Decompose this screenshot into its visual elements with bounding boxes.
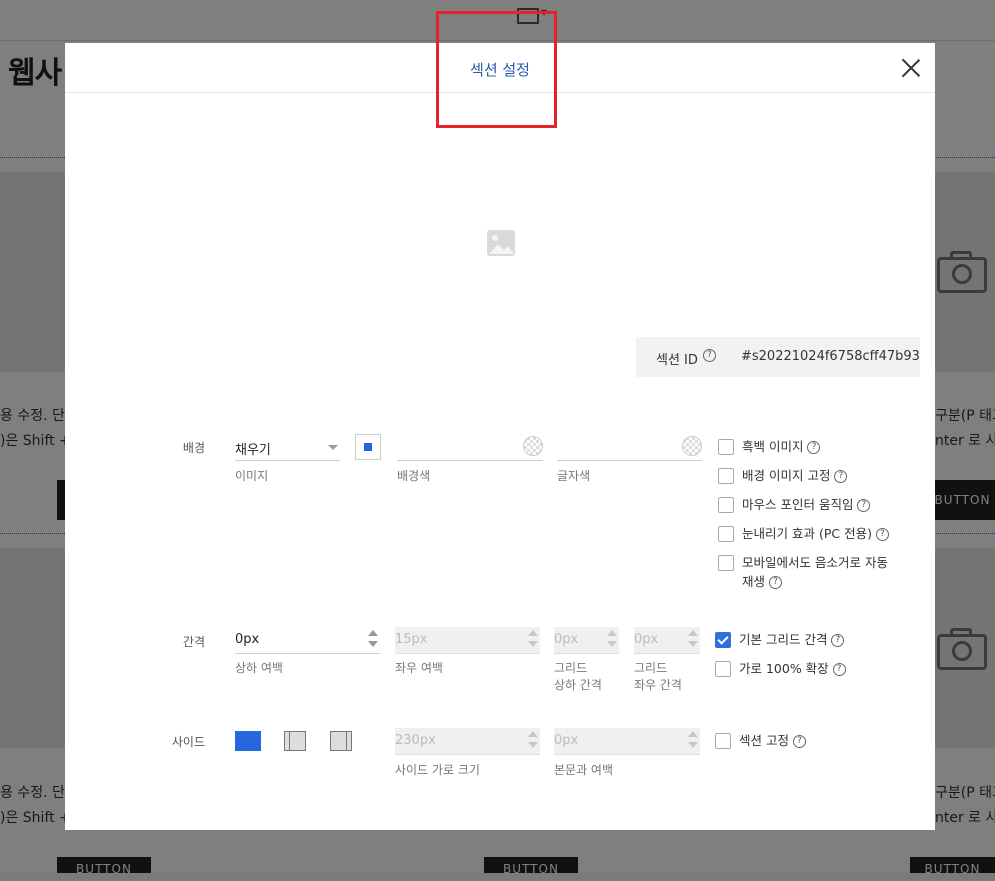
body-margin-value: 0px (554, 733, 579, 748)
fill-select-value: 채우기 (235, 443, 271, 458)
vertical-padding-caption: 상하 여백 (235, 661, 283, 675)
section-id-box: 섹션 ID ? #s20221024f6758cff47b93 (636, 337, 920, 377)
stepper-icon[interactable] (368, 630, 378, 650)
color-picker-icon[interactable] (523, 436, 543, 456)
section-id-value[interactable]: #s20221024f6758cff47b93 (741, 349, 920, 364)
section-id-label: 섹션 ID (656, 353, 698, 368)
horizontal-padding-caption: 좌우 여백 (395, 661, 443, 675)
chevron-down-icon (328, 445, 338, 450)
horizontal-padding-value: 15px (395, 632, 428, 647)
checkbox[interactable] (715, 632, 731, 648)
image-placeholder-icon[interactable] (486, 229, 518, 259)
checkbox[interactable] (718, 555, 734, 571)
stepper-icon[interactable] (607, 630, 617, 650)
side-width-input[interactable]: 230px (395, 728, 540, 755)
fill-select-caption: 이미지 (235, 469, 269, 483)
text-color-field[interactable] (557, 434, 702, 461)
checkbox[interactable] (718, 468, 734, 484)
stepper-icon[interactable] (688, 731, 698, 751)
side-width-value: 230px (395, 733, 436, 748)
help-icon[interactable]: ? (703, 349, 716, 362)
stepper-icon[interactable] (528, 630, 538, 650)
annotation-highlight-box (436, 11, 557, 128)
background-color-field[interactable] (397, 434, 543, 461)
help-icon[interactable]: ? (832, 663, 846, 676)
position-cell-center[interactable] (364, 443, 372, 451)
close-button[interactable] (901, 58, 921, 78)
image-position-picker[interactable] (355, 434, 381, 460)
help-icon[interactable]: ? (769, 576, 782, 589)
section-settings-modal: 섹션 설정 섹션 ID ? #s20221024f6758cff47b93 배경… (65, 43, 935, 830)
body-margin-caption: 본문과 여백 (554, 763, 614, 777)
grid-vertical-gap-input[interactable]: 0px (554, 627, 619, 654)
spacing-row-label: 간격 (182, 635, 205, 649)
option-label: 모바일에서도 음소거로 자동 (742, 555, 888, 570)
checkbox[interactable] (718, 497, 734, 513)
side-row-label: 사이드 (171, 735, 205, 749)
checkbox[interactable] (715, 733, 731, 749)
option-label: 마우스 포인터 움직임 (742, 497, 854, 512)
option-label: 눈내리기 효과 (PC 전용) (742, 526, 872, 541)
color-picker-icon[interactable] (682, 436, 702, 456)
option-label: 가로 100% 확장 (739, 661, 829, 676)
option-label: 재생 (742, 574, 766, 589)
help-icon[interactable]: ? (807, 441, 821, 454)
grid-horizontal-gap-caption: 그리드 좌우 간격 (634, 661, 682, 692)
stepper-icon[interactable] (688, 630, 698, 650)
text-color-caption: 글자색 (557, 469, 591, 483)
help-icon[interactable]: ? (792, 735, 806, 748)
checkbox[interactable] (715, 661, 731, 677)
grid-horizontal-gap-value: 0px (634, 632, 659, 647)
help-icon[interactable]: ? (834, 470, 848, 483)
checkbox[interactable] (718, 526, 734, 542)
body-margin-input[interactable]: 0px (554, 728, 700, 755)
grid-horizontal-gap-input[interactable]: 0px (634, 627, 700, 654)
help-icon[interactable]: ? (831, 634, 845, 647)
stepper-icon[interactable] (528, 731, 538, 751)
layout-left-side-option[interactable] (284, 731, 306, 751)
help-icon[interactable]: ? (857, 499, 871, 512)
background-row-label: 배경 (182, 441, 205, 455)
horizontal-padding-input[interactable]: 15px (395, 627, 540, 654)
checkbox[interactable] (718, 439, 734, 455)
vertical-padding-value: 0px (235, 632, 260, 647)
layout-no-side-option[interactable] (235, 731, 261, 751)
layout-right-side-option[interactable] (330, 731, 352, 751)
option-label: 기본 그리드 간격 (739, 632, 828, 647)
background-color-caption: 배경색 (397, 469, 431, 483)
help-icon[interactable]: ? (875, 528, 889, 541)
option-label: 흑백 이미지 (742, 439, 804, 454)
side-width-caption: 사이드 가로 크기 (395, 763, 480, 777)
grid-vertical-gap-value: 0px (554, 632, 579, 647)
grid-vertical-gap-caption: 그리드 상하 간격 (554, 661, 602, 692)
option-label: 배경 이미지 고정 (742, 468, 831, 483)
vertical-padding-input[interactable]: 0px (235, 627, 380, 654)
fill-select[interactable]: 채우기 (235, 434, 340, 461)
option-label: 섹션 고정 (739, 733, 789, 748)
